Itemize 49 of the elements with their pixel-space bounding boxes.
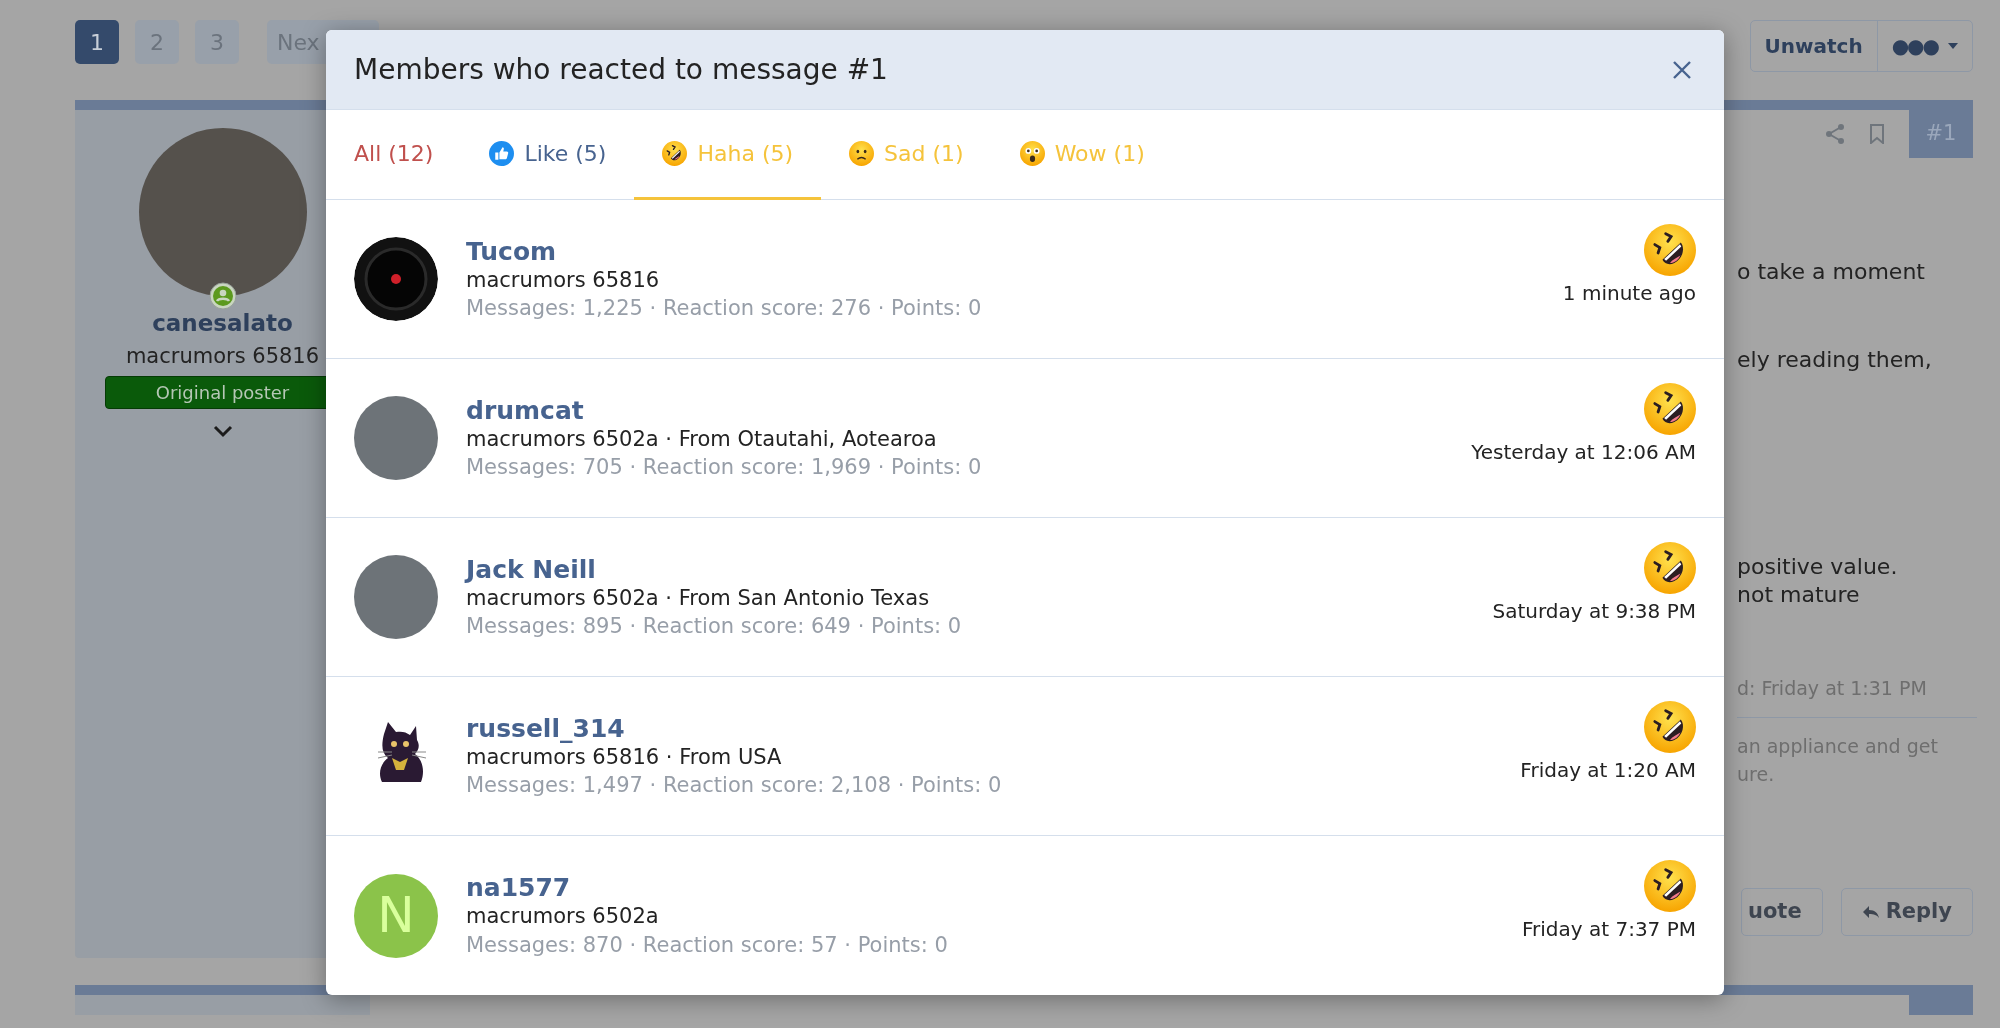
more-options-button[interactable]: ●●●	[1876, 21, 1972, 71]
member-name-link[interactable]: drumcat	[466, 394, 982, 426]
post-text: not mature	[1737, 580, 1861, 608]
page-button[interactable]: 1	[75, 20, 119, 64]
post-text: o take a moment	[1737, 258, 1926, 286]
reaction-time: Yesterday at 12:06 AM	[1471, 439, 1696, 466]
member-name-link[interactable]: Jack Neill	[466, 553, 962, 585]
member-name-link[interactable]: russell_314	[466, 712, 1002, 744]
member-title: macrumors 6502a · From San Antonio Texas	[466, 584, 931, 612]
thumbs-up-icon	[489, 141, 515, 166]
laughing-face-icon	[1644, 701, 1696, 753]
reaction-time: Saturday at 9:38 PM	[1492, 598, 1696, 625]
member-name-link[interactable]: na1577	[466, 872, 948, 904]
reaction-time: Friday at 1:20 AM	[1520, 757, 1696, 784]
sad-face-icon	[849, 141, 875, 166]
letter-avatar: N	[354, 873, 438, 958]
reaction-tab[interactable]: All (12)	[326, 110, 462, 200]
user-title: macrumors 65816	[125, 342, 320, 370]
member-stats: Messages: 1,225 · Reaction score: 276 · Points: 0	[466, 295, 982, 323]
laughing-face-icon	[1644, 383, 1696, 435]
laughing-face-icon	[1644, 860, 1696, 912]
member-title: macrumors 6502a	[466, 903, 660, 931]
post-text: ely reading them,	[1737, 345, 1933, 373]
member-stats: Messages: 705 · Reaction score: 1,969 · Points: 0	[466, 454, 982, 482]
username[interactable]: canesalato	[152, 306, 293, 341]
laughing-face-icon	[662, 141, 688, 166]
unwatch-button[interactable]: Unwatch	[1750, 21, 1877, 71]
bookmark-icon	[1869, 124, 1885, 144]
laughing-face-icon	[1644, 542, 1696, 594]
reply-arrow-icon	[1861, 905, 1880, 919]
member-stats: Messages: 895 · Reaction score: 649 · Points: 0	[466, 613, 962, 641]
member-stats: Messages: 870 · Reaction score: 57 · Points: 0	[466, 931, 948, 959]
chevron-down-icon	[212, 425, 233, 438]
quote-button[interactable]: uote	[1741, 888, 1823, 936]
reaction-time: Friday at 7:37 PM	[1522, 916, 1696, 943]
member-title: macrumors 6502a · From Otautahi, Aotearoa	[466, 425, 938, 453]
member-title: macrumors 65816 · From USA	[466, 743, 783, 771]
share-icon	[1825, 124, 1845, 144]
surprised-face-icon	[1019, 141, 1045, 166]
close-icon	[1672, 60, 1692, 80]
member-name-link[interactable]: Tucom	[466, 235, 982, 267]
member-title: macrumors 65816	[466, 266, 661, 294]
post-text: positive value.	[1737, 553, 1899, 581]
member-stats: Messages: 1,497 · Reaction score: 2,108 · Points: 0	[466, 772, 1002, 800]
laughing-face-icon	[1644, 224, 1696, 276]
caret-icon	[1948, 43, 1958, 49]
reply-button[interactable]: Reply	[1840, 888, 1973, 936]
reaction-time: 1 minute ago	[1562, 280, 1696, 307]
reaction-tab[interactable]: Like (5)	[461, 110, 635, 200]
